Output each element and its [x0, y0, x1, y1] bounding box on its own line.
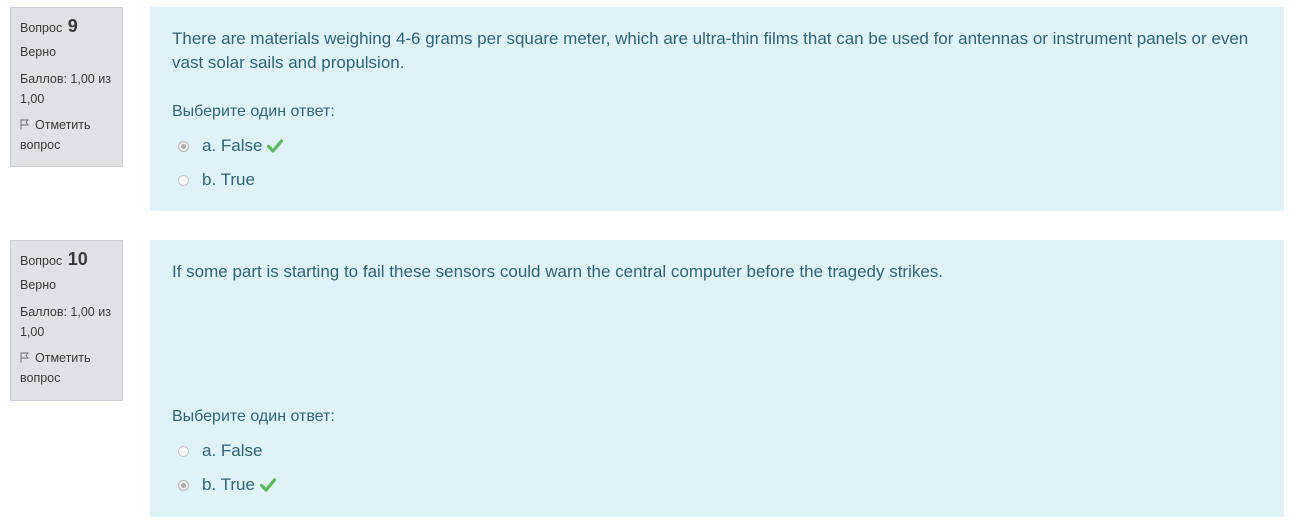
- radio-button-selected[interactable]: [178, 479, 189, 491]
- question-state: Верно: [20, 278, 57, 292]
- answer-prompt: Выберите один ответ:: [172, 408, 335, 425]
- radio-button[interactable]: [178, 174, 189, 186]
- question-grade: Баллов: 1,00 из 1,00: [20, 72, 111, 106]
- check-mark-icon: [259, 478, 276, 492]
- question-content: If some part is starting to fail these s…: [150, 240, 1284, 517]
- answer-prompt: Выберите один ответ:: [172, 103, 335, 120]
- answer-option-a[interactable]: a. False: [178, 434, 276, 468]
- answer-options: a. False b. True: [178, 434, 276, 502]
- radio-button[interactable]: [178, 445, 189, 457]
- answer-option-b[interactable]: b. True: [178, 163, 283, 197]
- flag-question-link[interactable]: Отметить вопрос: [20, 115, 122, 155]
- flag-icon: [20, 119, 29, 130]
- flag-question-label: Отметить вопрос: [20, 118, 91, 152]
- question-state: Верно: [20, 45, 57, 59]
- question-number: 10: [67, 249, 88, 269]
- question-label: Вопрос: [20, 21, 63, 35]
- answer-option-label: b. True: [202, 475, 255, 494]
- flag-icon: [20, 352, 29, 363]
- answer-option-label: a. False: [202, 136, 263, 155]
- flag-question-link[interactable]: Отметить вопрос: [20, 348, 122, 388]
- answer-option-label: a. False: [202, 441, 263, 460]
- question-info-panel: Вопрос 9 Верно Баллов: 1,00 из 1,00 Отме…: [10, 7, 123, 167]
- answer-option-a[interactable]: a. False: [178, 129, 284, 163]
- question-label: Вопрос: [20, 254, 63, 268]
- question-text: If some part is starting to fail these s…: [172, 262, 944, 281]
- question-text: There are materials weighing 4-6 grams p…: [172, 29, 1249, 72]
- flag-question-label: Отметить вопрос: [20, 351, 91, 385]
- question-content: There are materials weighing 4-6 grams p…: [150, 7, 1284, 211]
- check-mark-icon: [267, 139, 284, 153]
- question-grade: Баллов: 1,00 из 1,00: [20, 305, 111, 339]
- question-number: 9: [67, 16, 78, 36]
- answer-option-b[interactable]: b. True: [178, 468, 276, 502]
- answer-options: a. False b. True: [178, 129, 284, 197]
- radio-button-selected[interactable]: [178, 140, 189, 152]
- answer-option-label: b. True: [202, 170, 255, 189]
- question-info-panel: Вопрос 10 Верно Баллов: 1,00 из 1,00 Отм…: [10, 240, 123, 401]
